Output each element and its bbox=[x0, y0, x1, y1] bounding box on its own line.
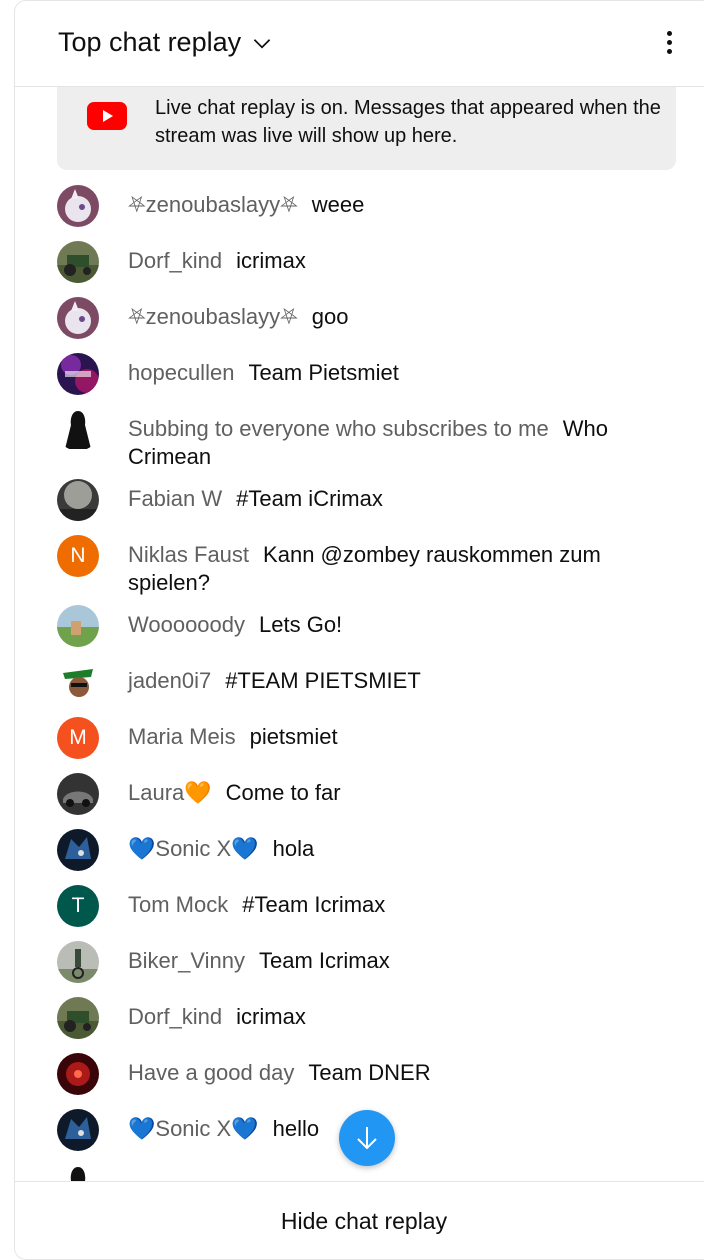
tractor-avatar[interactable] bbox=[57, 997, 99, 1039]
sonic-avatar[interactable] bbox=[57, 829, 99, 871]
chat-footer: Hide chat replay bbox=[15, 1181, 704, 1259]
more-vert-dot bbox=[666, 40, 672, 45]
dark-figure-avatar[interactable] bbox=[57, 1165, 99, 1181]
message-text: #Team Icrimax bbox=[242, 892, 386, 917]
field-avatar[interactable] bbox=[57, 605, 99, 647]
replay-banner-text: Live chat replay is on. Messages that ap… bbox=[155, 97, 661, 147]
dark-figure-avatar[interactable] bbox=[57, 409, 99, 451]
message-author[interactable]: 💙Sonic X💙 bbox=[128, 836, 259, 861]
tractor-avatar[interactable] bbox=[57, 241, 99, 283]
letter-avatar[interactable]: M bbox=[57, 717, 99, 759]
pony-avatar[interactable] bbox=[57, 185, 99, 227]
letter-avatar[interactable]: T bbox=[57, 885, 99, 927]
message-text: Team Pietsmiet bbox=[248, 360, 399, 385]
message-author[interactable]: Woooooody bbox=[128, 612, 245, 637]
message-author[interactable]: Subbing to everyone who subscribes to me bbox=[128, 416, 549, 441]
message-text: Team DNER bbox=[308, 1060, 431, 1085]
message-author[interactable]: Maria Meis bbox=[128, 724, 236, 749]
message-author[interactable]: Have a good day bbox=[128, 1060, 294, 1085]
message-author[interactable]: Laura🧡 bbox=[128, 780, 212, 805]
avatar-letter: N bbox=[70, 544, 86, 567]
avatar-letter: M bbox=[69, 726, 87, 749]
hide-chat-replay-button[interactable]: Hide chat replay bbox=[281, 1208, 447, 1235]
chat-mode-dropdown[interactable]: Top chat replay bbox=[58, 27, 275, 58]
more-vert-dot bbox=[666, 49, 672, 54]
youtube-logo-icon bbox=[87, 102, 127, 130]
message-text: #TEAM PIETSMIET bbox=[225, 668, 421, 693]
message-author[interactable]: Dorf_kind bbox=[128, 1004, 222, 1029]
message-author[interactable]: jaden0i7 bbox=[128, 668, 211, 693]
message-text: pietsmiet bbox=[249, 724, 338, 749]
message-text: #Team iCrimax bbox=[236, 486, 383, 511]
message-author[interactable]: ⛧zenoubaslayy⛧ bbox=[128, 192, 298, 217]
avatar-letter: T bbox=[71, 894, 85, 917]
car-avatar[interactable] bbox=[57, 773, 99, 815]
message-author[interactable]: Tom Mock bbox=[128, 892, 228, 917]
message-text: icrimax bbox=[236, 1004, 306, 1029]
replay-banner: Live chat replay is on. Messages that ap… bbox=[57, 87, 676, 170]
biker-avatar[interactable] bbox=[57, 941, 99, 983]
message-author[interactable]: Niklas Faust bbox=[128, 542, 249, 567]
fog-avatar[interactable] bbox=[57, 479, 99, 521]
message-author[interactable]: Dorf_kind bbox=[128, 248, 222, 273]
sonic-avatar[interactable] bbox=[57, 1109, 99, 1151]
galaxy-avatar[interactable] bbox=[57, 353, 99, 395]
message-text: goo bbox=[311, 304, 349, 329]
message-author[interactable]: Fabian W bbox=[128, 486, 222, 511]
message-text: Come to far bbox=[225, 780, 341, 805]
message-text: hola bbox=[272, 836, 315, 861]
message-text: hello bbox=[272, 1116, 320, 1141]
message-text: weee bbox=[311, 192, 365, 217]
chat-header: Top chat replay bbox=[15, 1, 704, 87]
message-text: Team Icrimax bbox=[259, 948, 390, 973]
message-author[interactable]: Biker_Vinny bbox=[128, 948, 245, 973]
scroll-to-bottom-button[interactable] bbox=[339, 1110, 395, 1166]
chevron-down-icon bbox=[253, 38, 271, 49]
message-text: Lets Go! bbox=[259, 612, 343, 637]
chat-messages-area[interactable]: Live chat replay is on. Messages that ap… bbox=[15, 87, 704, 1181]
cartoon-avatar[interactable] bbox=[57, 661, 99, 703]
message-author[interactable]: ⛧zenoubaslayy⛧ bbox=[128, 304, 298, 329]
message-author[interactable]: hopecullen bbox=[128, 360, 234, 385]
pony-avatar[interactable] bbox=[57, 297, 99, 339]
letter-avatar[interactable]: N bbox=[57, 535, 99, 577]
more-options-button[interactable] bbox=[655, 27, 683, 63]
fireworks-avatar[interactable] bbox=[57, 1053, 99, 1095]
message-author[interactable]: 💙Sonic X💙 bbox=[128, 1116, 259, 1141]
message-text: icrimax bbox=[236, 248, 306, 273]
arrow-down-icon bbox=[357, 1127, 377, 1150]
more-vert-icon bbox=[666, 31, 672, 36]
chat-mode-label: Top chat replay bbox=[58, 27, 242, 57]
chat-panel: Top chat replay Live chat replay is on. … bbox=[14, 0, 704, 1260]
